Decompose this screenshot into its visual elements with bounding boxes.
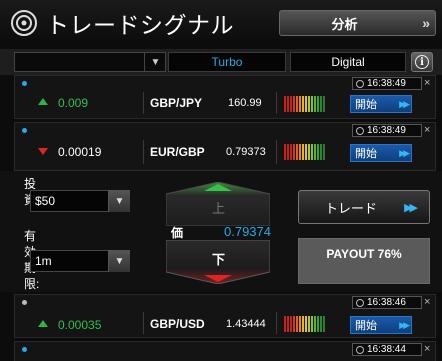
row-status-dot: [22, 128, 27, 133]
info-icon: i: [415, 55, 429, 69]
signal-time-text: 16:38:44: [367, 344, 406, 355]
tab-turbo[interactable]: Turbo: [168, 52, 286, 72]
info-button[interactable]: i: [411, 52, 433, 72]
divider: [143, 92, 144, 114]
start-button-label: 開始: [355, 320, 377, 332]
chevron-down-icon[interactable]: ▼: [144, 52, 166, 72]
payout-display: PAYOUT 76%: [298, 238, 430, 284]
clock-icon: [356, 345, 364, 354]
start-button-label: 開始: [355, 99, 377, 111]
close-signal-button[interactable]: ×: [424, 124, 430, 136]
divider: [276, 92, 277, 114]
double-arrow-icon: ▶▶: [399, 98, 410, 109]
signal-time: 16:38:46: [352, 296, 422, 309]
arrow-down-icon: [38, 148, 48, 155]
double-arrow-icon: ▶▶: [404, 201, 418, 214]
strength-meter: [284, 316, 325, 332]
signal-time: 16:38:49: [352, 124, 422, 137]
arrow-up-icon: [38, 98, 48, 105]
row-status-dot: [22, 347, 27, 352]
call-up-button[interactable]: 上: [165, 181, 271, 227]
chevron-down-icon[interactable]: ▼: [108, 190, 130, 212]
signal-price: 1.43444: [226, 318, 266, 330]
row-status-dot: [22, 300, 27, 305]
double-arrow-icon: ▶▶: [399, 319, 410, 330]
start-button[interactable]: 開始 ▶▶: [350, 95, 412, 113]
put-down-button[interactable]: 下: [165, 239, 271, 285]
arrow-up-icon: [38, 320, 48, 327]
divider: [143, 140, 144, 164]
tab-digital[interactable]: Digital: [290, 52, 406, 72]
close-signal-button[interactable]: ×: [424, 77, 430, 89]
start-button[interactable]: 開始 ▶▶: [350, 144, 412, 162]
signal-time-text: 16:38:49: [367, 125, 406, 136]
currency-pair: GBP/JPY: [150, 96, 203, 110]
row-status-dot: [22, 81, 27, 86]
clock-icon: [356, 126, 364, 135]
double-chevron-icon: »: [422, 15, 430, 31]
divider: [143, 312, 144, 334]
start-button-label: 開始: [355, 148, 377, 160]
strength-meter: [284, 96, 325, 112]
signal-value: 0.00035: [58, 318, 102, 332]
signal-value: 0.00019: [58, 145, 102, 159]
clock-icon: [356, 79, 364, 88]
up-button-label: 上: [212, 201, 226, 216]
expiry-value: 1m: [35, 254, 52, 268]
analysis-button-label: 分析: [331, 16, 358, 32]
amount-value: $50: [35, 194, 56, 208]
signal-price: 160.99: [228, 97, 262, 109]
currency-pair: GBP/USD: [150, 317, 205, 331]
strength-meter: [284, 144, 325, 160]
signal-time: 16:38:44: [352, 343, 422, 356]
trade-button[interactable]: トレード ▶▶: [298, 190, 430, 224]
analysis-button[interactable]: 分析 »: [279, 10, 436, 36]
signal-time-text: 16:38:46: [367, 297, 406, 308]
trade-button-label: トレード: [325, 200, 378, 216]
signal-value: 0.009: [58, 96, 89, 110]
divider: [276, 312, 277, 334]
signal-logo-icon: [11, 10, 37, 36]
clock-icon: [356, 298, 364, 307]
price-label: 価: [171, 226, 184, 240]
signal-time: 16:38:49: [352, 77, 422, 90]
divider: [276, 140, 277, 164]
signal-price: 0.79373: [226, 146, 266, 158]
signal-time-text: 16:38:49: [367, 78, 406, 89]
chevron-down-icon[interactable]: ▼: [108, 250, 130, 272]
double-arrow-icon: ▶▶: [399, 147, 410, 158]
start-button[interactable]: 開始 ▶▶: [350, 316, 412, 334]
page-title: トレードシグナル: [46, 12, 234, 38]
current-price: 0.79374: [224, 224, 271, 239]
close-signal-button[interactable]: ×: [424, 343, 430, 355]
currency-pair: EUR/GBP: [150, 145, 205, 159]
down-button-label: 下: [212, 252, 226, 267]
close-signal-button[interactable]: ×: [424, 296, 430, 308]
